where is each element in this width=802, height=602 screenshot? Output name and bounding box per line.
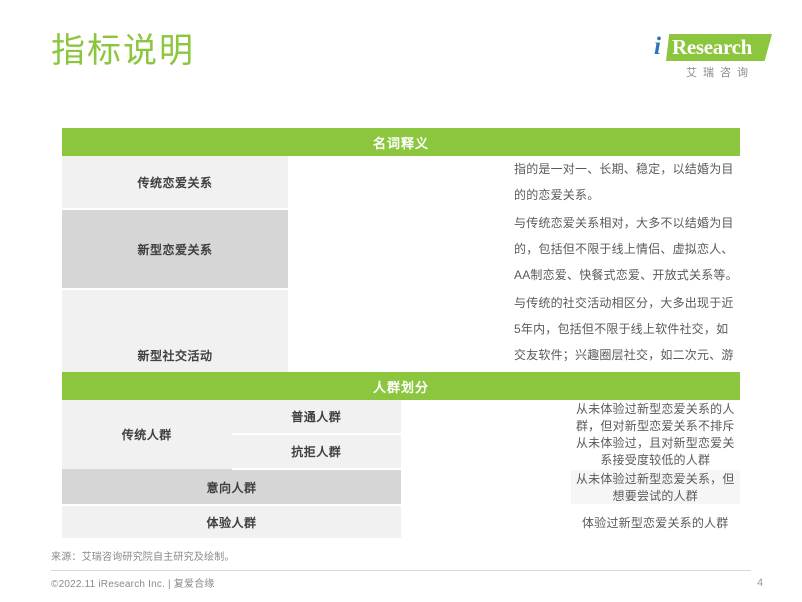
logo-mark: i Research xyxy=(652,32,772,64)
column-gap xyxy=(401,505,571,538)
segment-sub-label: 抗拒人群 xyxy=(231,434,401,470)
column-gap xyxy=(288,156,514,210)
column-gap xyxy=(401,400,571,434)
segment-group-label: 传统人群 xyxy=(62,400,232,469)
table-row: 体验人群 体验过新型恋爱关系的人群 xyxy=(62,505,740,538)
table-row: 意向人群 从未体验过新型恋爱关系，但想要尝试的人群 xyxy=(62,469,740,506)
table-row: 传统人群 普通人群 从未体验过新型恋爱关系的人群，但对新型恋爱关系不排斥 xyxy=(62,400,740,469)
table-row: 传统恋爱关系 指的是一对一、长期、稳定，以结婚为目的的恋爱关系。 xyxy=(62,156,740,210)
segment-description: 体验过新型恋爱关系的人群 xyxy=(570,505,740,538)
segment-label: 意向人群 xyxy=(62,469,401,506)
table-row: 新型恋爱关系 与传统恋爱关系相对，大多不以结婚为目的，包括但不限于线上情侣、虚拟… xyxy=(62,209,740,290)
term-description: 与传统恋爱关系相对，大多不以结婚为目的，包括但不限于线上情侣、虚拟恋人、AA制恋… xyxy=(514,209,740,290)
segmentation-table: 人群划分 传统人群 普通人群 从未体验过新型恋爱关系的人群，但对新型恋爱关系不排… xyxy=(62,372,740,538)
footer-divider xyxy=(51,570,751,571)
segment-description: 从未体验过，且对新型恋爱关系接受度较低的人群 xyxy=(570,434,740,470)
segment-label: 体验人群 xyxy=(62,505,401,538)
terminology-table-header: 名词释义 xyxy=(62,128,740,156)
source-note: 来源：艾瑞咨询研究院自主研究及绘制。 xyxy=(51,552,235,563)
segment-description: 从未体验过新型恋爱关系，但想要尝试的人群 xyxy=(570,469,740,506)
term-label: 传统恋爱关系 xyxy=(62,156,288,210)
page-title: 指标说明 xyxy=(51,32,195,70)
column-gap xyxy=(401,434,571,470)
copyright-text: ©2022.11 iResearch Inc. | 复爱合缘 xyxy=(51,579,215,590)
page-number: 4 xyxy=(757,577,764,589)
table-header-row: 名词释义 xyxy=(62,128,740,156)
column-gap xyxy=(288,209,514,290)
segmentation-table-header: 人群划分 xyxy=(62,372,740,400)
logo-chinese-name: 艾瑞咨询 xyxy=(686,67,754,79)
slide-canvas: 指标说明 i Research 艾瑞咨询 名词释义 传统恋爱关系 指的是一对一、… xyxy=(0,0,802,602)
term-label: 新型恋爱关系 xyxy=(62,209,288,290)
logo-letter-i: i xyxy=(654,33,661,60)
term-description: 指的是一对一、长期、稳定，以结婚为目的的恋爱关系。 xyxy=(514,156,740,210)
column-gap xyxy=(401,469,571,506)
iresearch-logo: i Research 艾瑞咨询 xyxy=(652,32,772,84)
logo-wordmark: Research xyxy=(672,35,753,59)
table-header-row: 人群划分 xyxy=(62,372,740,400)
segment-sub-label: 普通人群 xyxy=(231,400,401,435)
segment-description: 从未体验过新型恋爱关系的人群，但对新型恋爱关系不排斥 xyxy=(570,400,740,434)
